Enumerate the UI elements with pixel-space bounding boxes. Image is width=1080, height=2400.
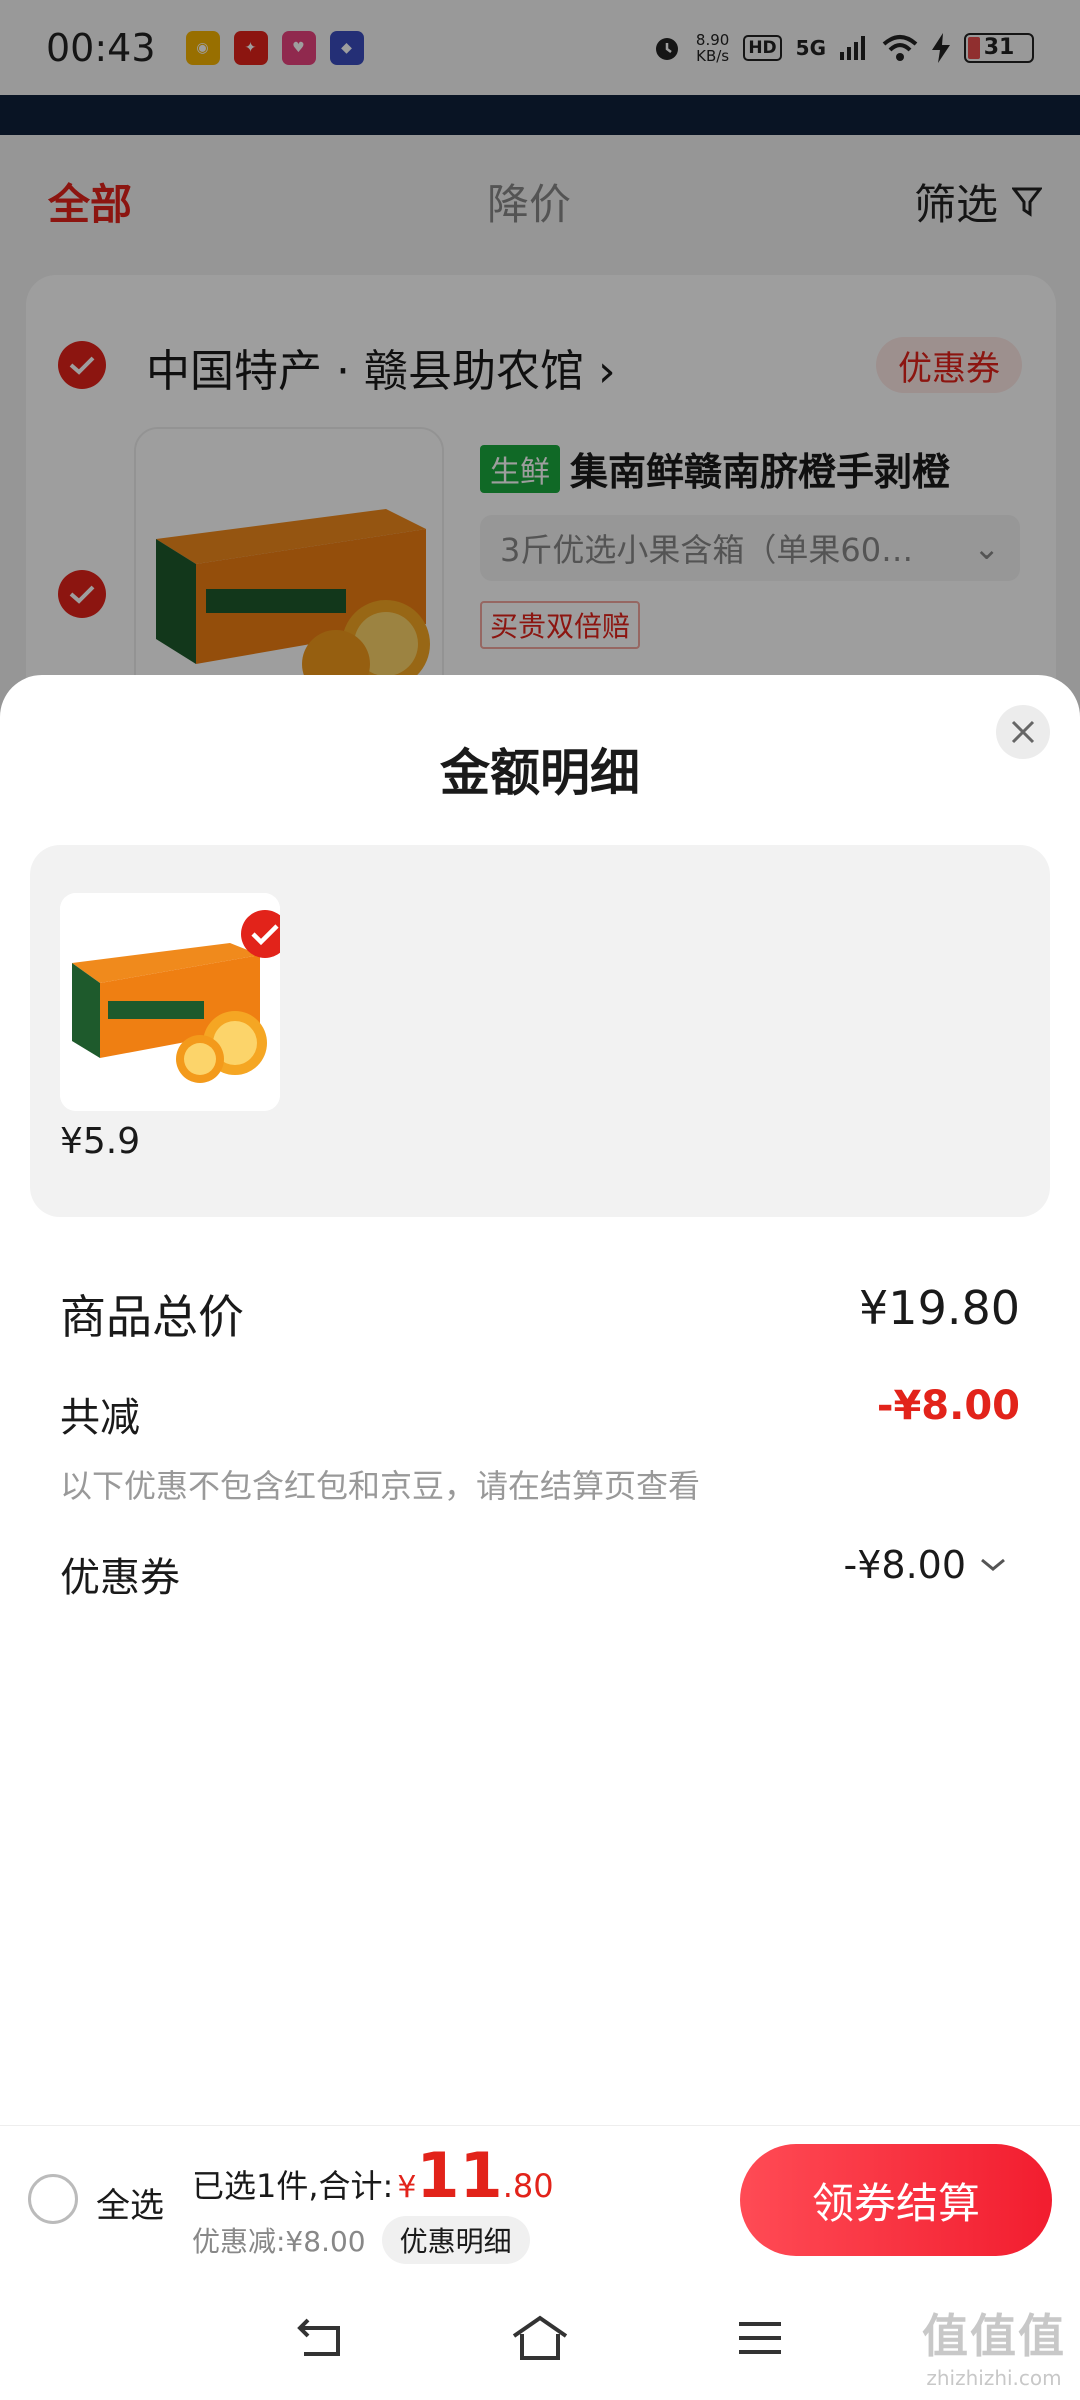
home-icon (512, 2315, 568, 2360)
discount-detail-button[interactable]: 优惠明细 (381, 2216, 530, 2264)
currency-symbol: ¥ (397, 2170, 417, 2205)
total-price-label: 商品总价 (60, 1290, 244, 1344)
coupon-label: 优惠券 (60, 1555, 180, 1601)
close-button[interactable] (996, 705, 1050, 759)
total-reduction-label: 共减 (60, 1395, 140, 1441)
item-thumbnail[interactable] (60, 893, 280, 1111)
item-selected-check[interactable] (240, 909, 280, 959)
select-all-radio[interactable] (28, 2174, 78, 2224)
total-price-value: ¥19.80 (859, 1281, 1020, 1335)
watermark-logo: 值值值 (922, 2309, 1066, 2363)
total-amount-decimal: .80 (502, 2167, 554, 2205)
back-icon (297, 2318, 340, 2356)
menu-icon (739, 2321, 781, 2354)
menu-button[interactable] (730, 2308, 790, 2368)
item-price: ¥5.9 (60, 1121, 141, 1162)
system-nav-bar (0, 2275, 1080, 2400)
close-icon (1011, 720, 1035, 744)
check-icon (241, 910, 280, 958)
chevron-down-icon (981, 1558, 1005, 1571)
selected-count-text: 已选1件,合计: (192, 2167, 394, 2205)
watermark-url: zhizhizhi.com (926, 2366, 1062, 2390)
coupon-value: -¥8.00 (843, 1543, 967, 1587)
total-amount-integer: 11 (416, 2139, 503, 2212)
discount-summary: 优惠减:¥8.00 优惠明细 (192, 2216, 530, 2264)
sheet-title: 金额明细 (440, 744, 640, 802)
checkout-button[interactable]: 领券结算 (740, 2144, 1052, 2256)
watermark: 值值值 zhizhizhi.com (922, 2300, 1066, 2390)
amount-detail-sheet: 金额明细 ¥5.9 商品总价 ¥19.80 共减 -¥8.00 以下优惠不包含红… (0, 675, 1080, 2125)
back-button[interactable] (290, 2308, 350, 2368)
checkout-bar: 全选 已选1件,合计: ¥ 11 .80 优惠减:¥8.00 优惠明细 领券结算 (0, 2125, 1080, 2275)
select-all-label[interactable]: 全选 (96, 2178, 164, 2227)
total-reduction-value: -¥8.00 (876, 1383, 1020, 1429)
coupon-row-toggle[interactable]: -¥8.00 (844, 1543, 1007, 1587)
selected-items-panel: ¥5.9 (30, 845, 1050, 1217)
discount-note: 以下优惠不包含红包和京豆，请在结算页查看 (60, 1467, 701, 1505)
order-summary: 已选1件,合计: ¥ 11 .80 (192, 2139, 554, 2212)
discount-amount-text: 优惠减:¥8.00 (192, 2225, 366, 2258)
home-button[interactable] (510, 2308, 570, 2368)
